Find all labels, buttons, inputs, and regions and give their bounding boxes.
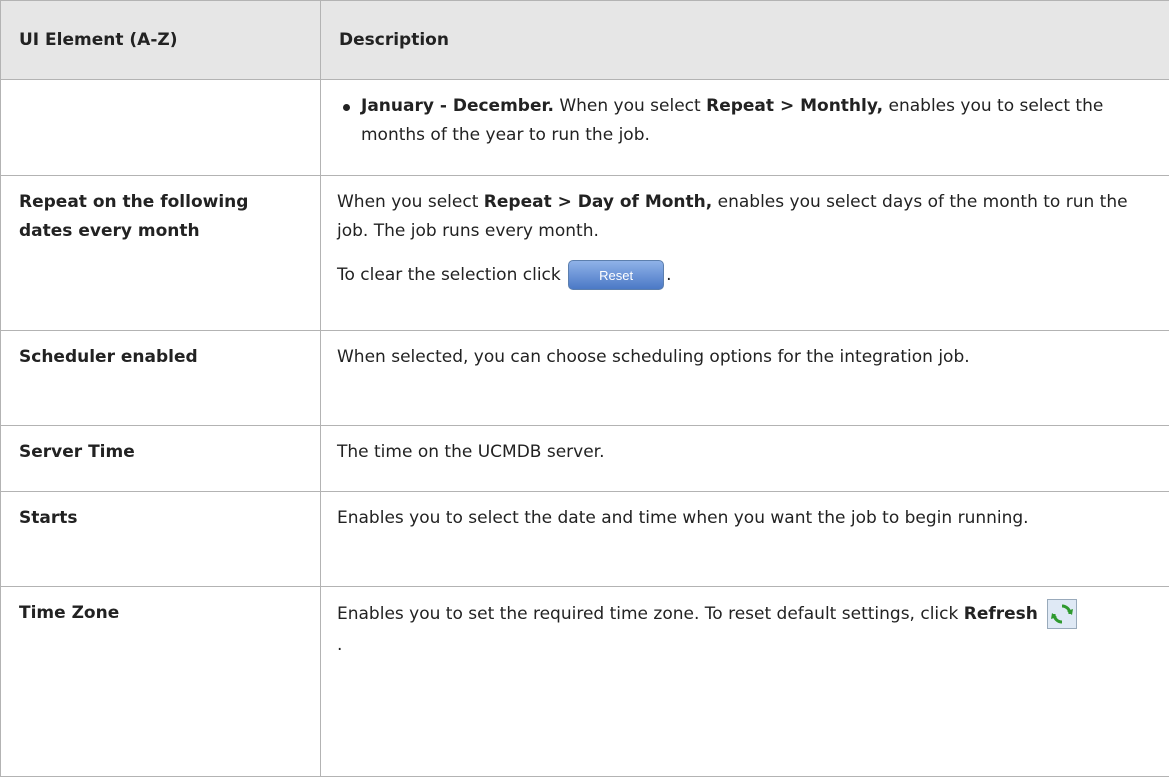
row3-description: When selected, you can choose scheduling… <box>321 331 1169 426</box>
table-row: Repeat on the following dates every mont… <box>1 176 1169 331</box>
row5-element: Starts <box>1 492 321 587</box>
bullet-icon <box>343 104 350 111</box>
table-header-row: UI Element (A-Z) Description <box>1 1 1169 80</box>
row6-element: Time Zone <box>1 587 321 777</box>
ui-elements-table: UI Element (A-Z) Description January - D… <box>0 0 1169 777</box>
row2-description: When you select Repeat > Day of Month, e… <box>321 176 1169 331</box>
refresh-icon[interactable] <box>1047 599 1077 629</box>
header-description: Description <box>321 1 1169 80</box>
row2-element: Repeat on the following dates every mont… <box>1 176 321 331</box>
row1-description: January - December. When you select Repe… <box>321 80 1169 176</box>
table-row: January - December. When you select Repe… <box>1 80 1169 176</box>
row4-description: The time on the UCMDB server. <box>321 426 1169 492</box>
table-row: Starts Enables you to select the date an… <box>1 492 1169 587</box>
table-row: Scheduler enabled When selected, you can… <box>1 331 1169 426</box>
table-row: Time Zone Enables you to set the require… <box>1 587 1169 777</box>
table-row: Server Time The time on the UCMDB server… <box>1 426 1169 492</box>
row5-description: Enables you to select the date and time … <box>321 492 1169 587</box>
row6-description: Enables you to set the required time zon… <box>321 587 1169 777</box>
row1-element <box>1 80 321 176</box>
reset-button[interactable]: Reset <box>568 260 664 290</box>
row4-element: Server Time <box>1 426 321 492</box>
row3-element: Scheduler enabled <box>1 331 321 426</box>
header-ui-element: UI Element (A-Z) <box>1 1 321 80</box>
bullet-item: January - December. When you select Repe… <box>337 92 1151 150</box>
